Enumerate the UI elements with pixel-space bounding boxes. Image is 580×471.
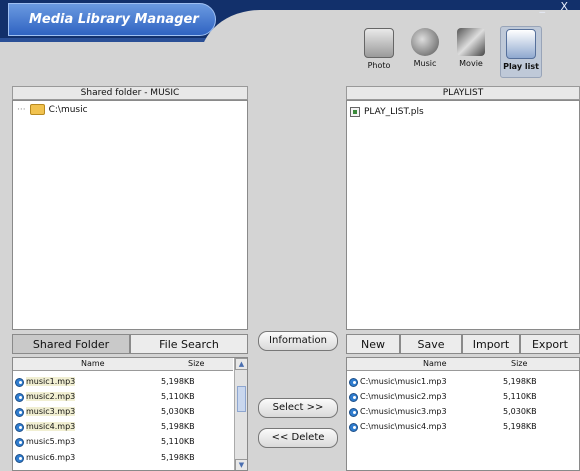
table-row[interactable]: music6.mp3 5,198KB	[13, 452, 233, 466]
file-path: C:\music\music1.mp3	[360, 377, 447, 386]
column-size-header[interactable]: Size	[511, 359, 527, 368]
save-button[interactable]: Save	[400, 334, 462, 354]
file-path: C:\music\music4.mp3	[360, 422, 447, 431]
table-row[interactable]: music4.mp3 5,198KB	[13, 421, 233, 435]
audio-file-icon	[349, 408, 358, 417]
file-size: 5,198KB	[161, 453, 195, 462]
file-size: 5,198KB	[161, 422, 195, 431]
audio-file-icon	[349, 378, 358, 387]
mode-music[interactable]: Music	[404, 26, 446, 78]
playlist-header: PLAYLIST	[346, 86, 580, 100]
playlist-pane: PLAY_LIST.pls	[346, 100, 580, 330]
file-size: 5,030KB	[161, 407, 195, 416]
table-row[interactable]: C:\music\music3.mp3 5,030KB	[347, 406, 579, 420]
file-name: music5.mp3	[26, 437, 76, 446]
column-name-header[interactable]: Name	[423, 359, 447, 368]
scroll-down-arrow-icon[interactable]: ▼	[235, 459, 247, 470]
table-row[interactable]: music2.mp3 5,110KB	[13, 391, 233, 405]
playlist-file-icon	[350, 107, 360, 117]
folder-icon	[29, 104, 45, 115]
audio-file-icon	[15, 454, 24, 463]
mode-music-label: Music	[413, 59, 437, 68]
window-controls[interactable]: _ X	[539, 0, 574, 13]
playlist-file[interactable]: PLAY_LIST.pls	[350, 107, 424, 117]
new-button[interactable]: New	[346, 334, 400, 354]
file-size: 5,198KB	[503, 422, 537, 431]
scroll-thumb[interactable]	[237, 386, 246, 412]
photo-icon	[364, 28, 394, 58]
mode-movie-label: Movie	[459, 59, 483, 68]
shared-folder-tree: ··· C:\music	[12, 100, 248, 330]
audio-file-icon	[349, 393, 358, 402]
column-size-header[interactable]: Size	[188, 359, 204, 368]
mode-photo-label: Photo	[367, 61, 391, 70]
scroll-up-arrow-icon[interactable]: ▲	[235, 358, 247, 370]
information-button[interactable]: Information	[258, 331, 338, 351]
file-name: music1.mp3	[26, 377, 76, 386]
file-size: 5,030KB	[503, 407, 537, 416]
audio-file-icon	[15, 408, 24, 417]
audio-file-icon	[15, 423, 24, 432]
file-size: 5,198KB	[161, 377, 195, 386]
export-button[interactable]: Export	[520, 334, 580, 354]
list-header: Name Size	[13, 358, 233, 371]
movie-icon	[457, 28, 485, 56]
mode-playlist-label: Play list	[503, 62, 539, 71]
audio-file-icon	[15, 393, 24, 402]
file-path: C:\music\music3.mp3	[360, 407, 447, 416]
file-name: music6.mp3	[26, 453, 76, 462]
file-name: music3.mp3	[26, 407, 76, 416]
tree-item-label: C:\music	[48, 104, 88, 115]
tab-file-search[interactable]: File Search	[130, 334, 248, 354]
shared-file-list: Name Size music1.mp3 5,198KB music2.mp3 …	[12, 357, 248, 471]
delete-button[interactable]: << Delete	[258, 428, 338, 448]
music-icon	[411, 28, 439, 56]
app-title: Media Library Manager	[8, 3, 216, 36]
playlist-icon	[506, 29, 536, 59]
table-row[interactable]: C:\music\music2.mp3 5,110KB	[347, 391, 579, 405]
playlist-file-label: PLAY_LIST.pls	[364, 107, 424, 117]
table-row[interactable]: C:\music\music1.mp3 5,198KB	[347, 376, 579, 390]
file-path: C:\music\music2.mp3	[360, 392, 447, 401]
mode-playlist[interactable]: Play list	[500, 26, 542, 78]
file-size: 5,110KB	[503, 392, 537, 401]
tree-item-music[interactable]: ··· C:\music	[17, 104, 88, 115]
audio-file-icon	[15, 378, 24, 387]
shared-folder-header: Shared folder - MUSIC	[12, 86, 248, 100]
mode-movie[interactable]: Movie	[450, 26, 492, 78]
file-name: music2.mp3	[26, 392, 76, 401]
import-button[interactable]: Import	[462, 334, 520, 354]
audio-file-icon	[349, 423, 358, 432]
tab-shared-folder[interactable]: Shared Folder	[12, 334, 130, 354]
file-size: 5,110KB	[161, 437, 195, 446]
file-size: 5,110KB	[161, 392, 195, 401]
list-header: Name Size	[347, 358, 579, 371]
file-name: music4.mp3	[26, 422, 76, 431]
file-size: 5,198KB	[503, 377, 537, 386]
playlist-file-list: Name Size C:\music\music1.mp3 5,198KB C:…	[346, 357, 580, 471]
list-scrollbar[interactable]: ▲ ▼	[234, 358, 247, 470]
table-row[interactable]: music5.mp3 5,110KB	[13, 436, 233, 450]
select-button[interactable]: Select >>	[258, 398, 338, 418]
mode-photo[interactable]: Photo	[358, 26, 400, 78]
audio-file-icon	[15, 438, 24, 447]
table-row[interactable]: music3.mp3 5,030KB	[13, 406, 233, 420]
table-row[interactable]: C:\music\music4.mp3 5,198KB	[347, 421, 579, 435]
table-row[interactable]: music1.mp3 5,198KB	[13, 376, 233, 390]
column-name-header[interactable]: Name	[81, 359, 105, 368]
